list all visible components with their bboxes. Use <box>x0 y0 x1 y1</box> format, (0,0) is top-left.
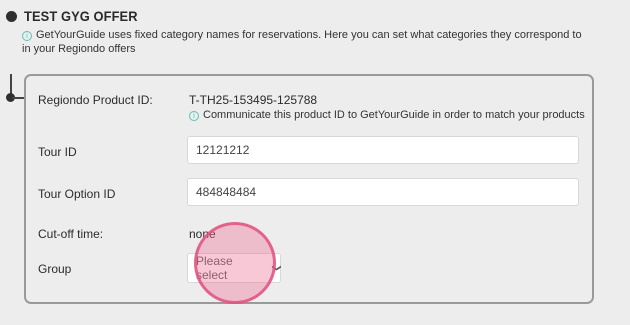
group-select-value: Please select <box>196 254 233 282</box>
product-id-label: Regiondo Product ID: <box>38 93 153 107</box>
section-title: TEST GYG OFFER <box>24 8 138 24</box>
cutoff-time-value: none <box>189 227 216 241</box>
cutoff-time-label: Cut-off time: <box>38 227 104 241</box>
tour-id-input[interactable] <box>187 136 579 164</box>
bullet-icon <box>6 10 17 22</box>
product-id-value: T-TH25-153495-125788 <box>189 93 318 107</box>
section-info-text: GetYourGuide uses fixed category names f… <box>22 29 582 55</box>
info-icon: i <box>22 31 32 41</box>
product-id-hint-text: Communicate this product ID to GetYourGu… <box>203 109 585 121</box>
offer-settings-card: Regiondo Product ID: T-TH25-153495-12578… <box>24 74 594 304</box>
group-select[interactable]: Please select ❯ <box>187 253 281 283</box>
product-id-hint: i Communicate this product ID to GetYourG… <box>189 109 585 121</box>
section-info: i GetYourGuide uses fixed category names … <box>22 29 582 56</box>
tour-id-label: Tour ID <box>38 145 77 159</box>
chevron-down-icon: ❯ <box>271 264 282 272</box>
tour-option-id-label: Tour Option ID <box>38 187 116 201</box>
info-icon: i <box>189 111 199 121</box>
group-label: Group <box>38 262 72 276</box>
section-header: TEST GYG OFFER <box>6 8 148 24</box>
tour-option-id-input[interactable] <box>187 178 579 206</box>
